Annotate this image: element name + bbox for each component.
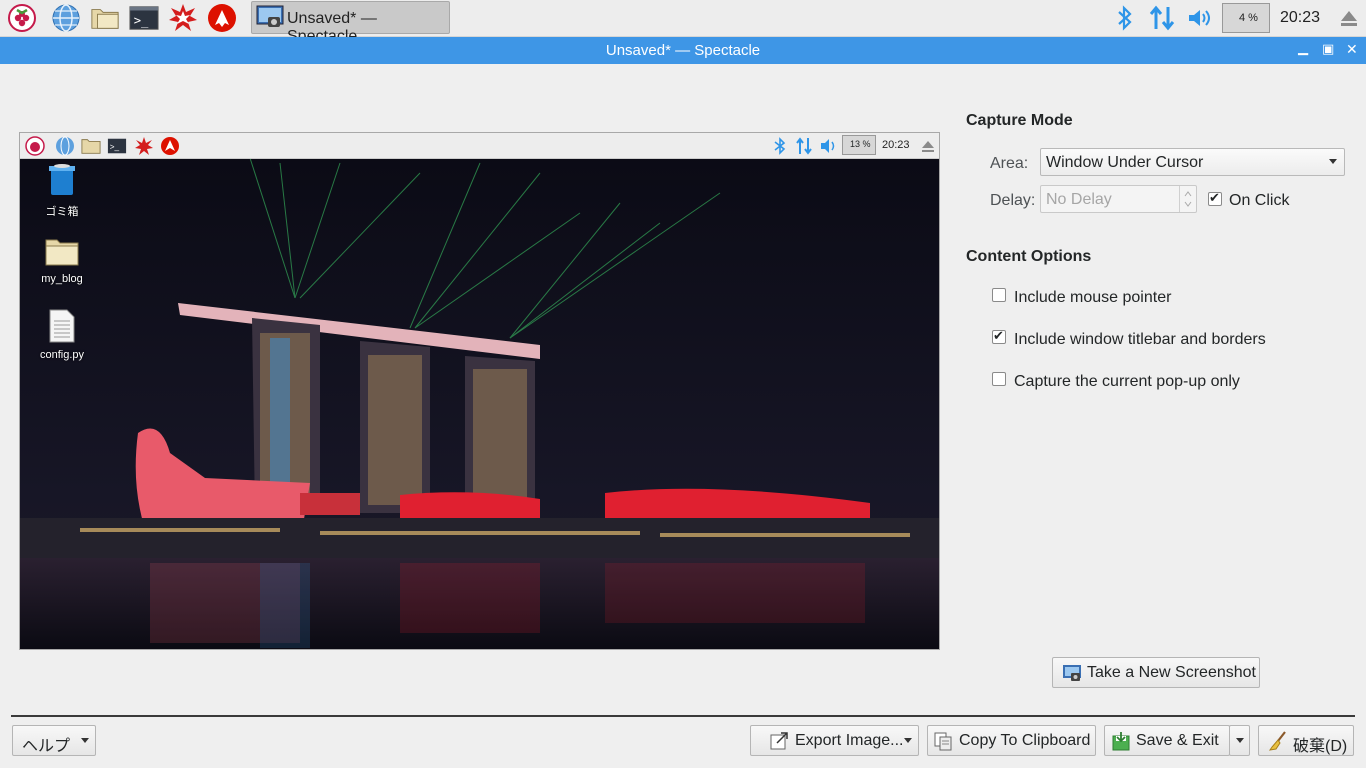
- taskbar-spectacle-task[interactable]: Unsaved* — Spectacle: [251, 1, 450, 45]
- export-icon: [770, 732, 788, 750]
- window-titlebar[interactable]: Unsaved* — Spectacle ▁ ▣ ✕: [0, 37, 1366, 64]
- discard-button[interactable]: 破棄(D): [1258, 725, 1354, 756]
- export-image-label: Export Image...: [795, 732, 904, 749]
- screenshot-preview[interactable]: >_ 13 % 20:23 ゴミ箱 my_blog config.py: [19, 132, 940, 650]
- preview-terminal-icon: >_: [107, 138, 127, 154]
- desktop-icon-file: config.py: [32, 309, 92, 361]
- preview-network-icon: [796, 137, 812, 155]
- area-select[interactable]: Window Under Cursor: [1040, 148, 1345, 176]
- preview-web-browser-icon: [56, 136, 74, 156]
- save-and-exit-button[interactable]: Save & Exit: [1104, 725, 1230, 756]
- save-icon: [1112, 732, 1130, 751]
- export-image-button[interactable]: Export Image...: [750, 725, 919, 756]
- preview-wallpaper: [20, 133, 939, 649]
- delay-spinbox[interactable]: No Delay: [1040, 185, 1197, 213]
- window-title: Unsaved* — Spectacle: [605, 42, 761, 59]
- desktop-icon-label: ゴミ箱: [45, 206, 79, 218]
- bluetooth-icon[interactable]: [1110, 3, 1140, 33]
- trash-icon: [49, 164, 75, 195]
- save-and-exit-label: Save & Exit: [1136, 732, 1219, 749]
- preview-wolfram-icon: [161, 137, 179, 155]
- raspberry-menu-icon[interactable]: [7, 3, 37, 33]
- cpu-monitor[interactable]: 4 %: [1222, 3, 1270, 33]
- clipboard-icon: [934, 732, 952, 751]
- footer-separator: [11, 715, 1355, 717]
- file-icon: [49, 309, 75, 343]
- save-options-button[interactable]: [1229, 725, 1250, 756]
- delay-stepper[interactable]: [1179, 186, 1196, 212]
- clock[interactable]: 20:23: [1280, 9, 1320, 27]
- preview-mathematica-icon: [135, 137, 153, 155]
- content-options-heading: Content Options: [966, 248, 1092, 265]
- delay-value: No Delay: [1046, 191, 1112, 208]
- preview-eject-icon: [922, 141, 934, 152]
- web-browser-icon[interactable]: [51, 3, 81, 33]
- preview-clock: 20:23: [882, 139, 910, 151]
- area-label: Area:: [990, 155, 1029, 172]
- mathematica-icon[interactable]: [168, 3, 198, 33]
- desktop-icon-label: my_blog: [41, 273, 83, 285]
- stepper-arrows-icon: [1184, 191, 1192, 207]
- include-titlebar-checkbox[interactable]: [992, 328, 1006, 344]
- desktop-icon-label: config.py: [39, 349, 85, 361]
- chevron-down-icon: [81, 738, 89, 743]
- preview-cpu-label: 13 %: [850, 139, 871, 149]
- chevron-down-icon: [1236, 738, 1244, 743]
- preview-file-manager-icon: [81, 139, 101, 154]
- on-click-label[interactable]: On Click: [1229, 192, 1289, 210]
- discard-label: 破棄(D): [1293, 738, 1348, 755]
- help-label: ヘルプ: [22, 738, 71, 755]
- minimize-icon[interactable]: ▁: [1298, 40, 1308, 56]
- capture-popup-label[interactable]: Capture the current pop-up only: [1014, 373, 1240, 391]
- volume-icon[interactable]: [1185, 3, 1215, 33]
- network-icon[interactable]: [1147, 3, 1177, 33]
- close-icon[interactable]: ✕: [1346, 41, 1358, 58]
- spectacle-icon: [256, 5, 284, 27]
- preview-volume-icon: [821, 139, 835, 153]
- capture-mode-heading: Capture Mode: [966, 112, 1073, 129]
- folder-icon: [45, 239, 79, 266]
- svg-text:>_: >_: [134, 14, 149, 28]
- svg-text:>_: >_: [110, 143, 120, 152]
- preview-bluetooth-icon: [774, 137, 786, 155]
- include-titlebar-label[interactable]: Include window titlebar and borders: [1014, 331, 1266, 349]
- broom-icon: [1268, 731, 1286, 751]
- copy-to-clipboard-label: Copy To Clipboard: [959, 732, 1091, 749]
- on-click-checkbox[interactable]: [1208, 190, 1222, 206]
- preview-raspberry-icon: [25, 136, 45, 156]
- wolfram-icon[interactable]: [207, 3, 237, 33]
- include-mouse-pointer-checkbox[interactable]: [992, 288, 1006, 302]
- cpu-label: 4 %: [1239, 12, 1258, 24]
- capture-popup-checkbox[interactable]: [992, 372, 1006, 386]
- copy-to-clipboard-button[interactable]: Copy To Clipboard: [927, 725, 1096, 756]
- take-new-screenshot-button[interactable]: Take a New Screenshot: [1052, 657, 1260, 688]
- terminal-icon[interactable]: >_: [129, 3, 159, 33]
- desktop-icon-folder: my_blog: [32, 237, 92, 285]
- desktop-icon-trash: ゴミ箱: [32, 163, 92, 219]
- taskbar: >_ Unsaved* — Spectacle 4 % 20:23: [0, 0, 1366, 45]
- eject-icon[interactable]: [1334, 3, 1364, 33]
- chevron-down-icon: [1329, 159, 1337, 164]
- area-select-value: Window Under Cursor: [1046, 154, 1204, 171]
- help-button[interactable]: ヘルプ: [12, 725, 96, 756]
- preview-taskbar: >_ 13 % 20:23: [20, 133, 939, 159]
- maximize-icon[interactable]: ▣: [1322, 41, 1334, 57]
- delay-label: Delay:: [990, 192, 1036, 209]
- preview-cpu-monitor: 13 %: [842, 135, 876, 155]
- file-manager-icon[interactable]: [90, 3, 120, 33]
- chevron-down-icon: [904, 738, 912, 743]
- spectacle-icon: [1063, 665, 1081, 681]
- take-new-screenshot-label: Take a New Screenshot: [1087, 664, 1256, 681]
- include-mouse-pointer-label[interactable]: Include mouse pointer: [1014, 289, 1171, 307]
